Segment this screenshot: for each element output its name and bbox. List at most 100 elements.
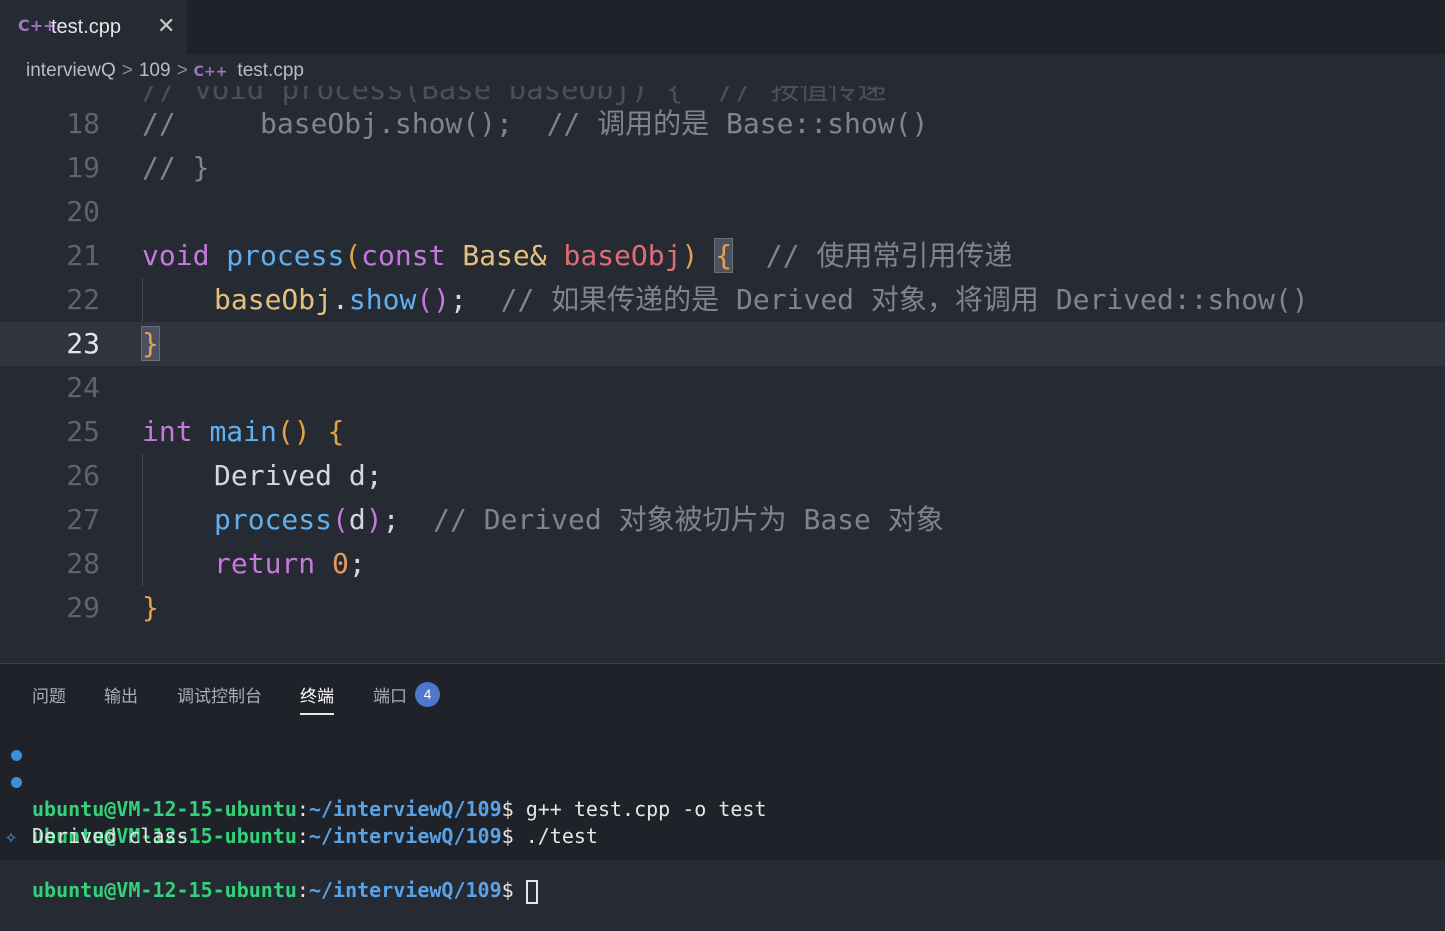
keyword-token: return bbox=[214, 547, 316, 580]
bottom-panel: 问题 输出 调试控制台 终端 端口 4 ubuntu@VM-12-15-ubun… bbox=[0, 663, 1445, 904]
code-text: baseObj.show(); // 如果传递的是 Derived 对象，将调用… bbox=[214, 278, 1309, 322]
line-number: 24 bbox=[66, 371, 100, 404]
code-line: 28 return 0; bbox=[0, 542, 1445, 586]
terminal-line: ubuntu@VM-12-15-ubuntu:~/interviewQ/109$… bbox=[0, 742, 767, 821]
comment-token: // 使用常引用传递 bbox=[765, 239, 1013, 272]
code-text: // } bbox=[142, 151, 210, 184]
paren-token: ( bbox=[344, 239, 362, 272]
tab-ports[interactable]: 端口 bbox=[373, 682, 407, 713]
paren-token: () bbox=[276, 415, 311, 448]
editor-tab-bar: C++ test.cpp ✕ bbox=[0, 0, 1445, 54]
code-text: int main() { bbox=[142, 410, 344, 454]
indent-guide bbox=[142, 454, 143, 498]
comment-token: // 如果传递的是 Derived 对象，将调用 Derived::show() bbox=[500, 283, 1309, 316]
line-number: 27 bbox=[66, 503, 100, 536]
code-text: } bbox=[142, 591, 159, 624]
tab-debug-console[interactable]: 调试控制台 bbox=[177, 682, 262, 713]
code-line: 27 process(d); // Derived 对象被切片为 Base 对象 bbox=[0, 498, 1445, 542]
ports-count-badge: 4 bbox=[415, 682, 440, 707]
breadcrumb: interviewQ >109 > C++ test.cpp bbox=[26, 60, 304, 86]
function-token: show bbox=[348, 283, 417, 316]
code-line: 22 baseObj.show(); // 如果传递的是 Derived 对象，… bbox=[0, 278, 1445, 322]
line-number: 28 bbox=[66, 547, 100, 580]
code-text: Derived d; bbox=[214, 459, 383, 492]
paren-token: ) bbox=[681, 239, 699, 272]
line-number: 29 bbox=[66, 591, 100, 624]
line-number: 25 bbox=[66, 415, 100, 448]
terminal-path: ~/interviewQ/109 bbox=[308, 797, 502, 821]
matched-brace: } bbox=[141, 326, 160, 361]
terminal-user: ubuntu@VM-12-15-ubuntu bbox=[32, 797, 297, 821]
code-line: 21 void process(const Base& baseObj) { /… bbox=[0, 234, 1445, 278]
variable-token: baseObj bbox=[214, 283, 333, 316]
terminal-prompt: $ bbox=[501, 797, 514, 821]
terminal-cursor bbox=[525, 879, 538, 904]
code-text: // baseObj.show(); // 调用的是 Base::show() bbox=[142, 107, 929, 140]
breadcrumb-folder[interactable]: interviewQ bbox=[26, 60, 116, 82]
code-line: 29 } bbox=[0, 586, 1445, 630]
function-token: process bbox=[214, 503, 333, 536]
keyword-token: const bbox=[361, 239, 446, 272]
code-line: 18 // baseObj.show(); // 调用的是 Base::show… bbox=[0, 102, 1445, 146]
line-number: 18 bbox=[66, 107, 100, 140]
terminal-output-text: Derived class bbox=[32, 824, 189, 848]
command-status-dot-icon[interactable] bbox=[11, 750, 22, 761]
code-text: void process(const Base& baseObj) { // 使… bbox=[142, 234, 1012, 278]
keyword-token: int bbox=[142, 415, 193, 448]
tab-problems[interactable]: 问题 bbox=[32, 682, 66, 713]
line-number: 21 bbox=[66, 239, 100, 272]
param-token: baseObj bbox=[563, 239, 682, 272]
line-number: 26 bbox=[66, 459, 100, 492]
code-line: 26 Derived d; bbox=[0, 454, 1445, 498]
arg-token: d bbox=[348, 503, 366, 536]
tab-output[interactable]: 输出 bbox=[104, 682, 138, 713]
terminal-colon: : bbox=[296, 824, 309, 848]
code-text: return 0; bbox=[214, 542, 366, 586]
semicolon-token: ; bbox=[348, 547, 366, 580]
code-text: process(d); // Derived 对象被切片为 Base 对象 bbox=[214, 498, 944, 542]
chevron-right-icon: > bbox=[176, 60, 188, 81]
terminal-prompt: $ bbox=[501, 824, 514, 848]
command-status-dot-icon[interactable] bbox=[11, 777, 22, 788]
breadcrumb-file[interactable]: test.cpp bbox=[237, 60, 304, 82]
code-line: 24 bbox=[0, 366, 1445, 410]
code-line: 20 bbox=[0, 190, 1445, 234]
type-token: Base& bbox=[462, 239, 547, 272]
code-line-current: 23 } bbox=[0, 322, 1445, 366]
tab-test-cpp[interactable]: C++ test.cpp ✕ bbox=[0, 0, 187, 54]
line-number: 22 bbox=[66, 283, 100, 316]
function-token: main bbox=[209, 415, 277, 448]
cpp-file-icon: C++ bbox=[193, 64, 228, 80]
code-line: 25 int main() { bbox=[0, 410, 1445, 454]
tab-terminal[interactable]: 终端 bbox=[300, 682, 334, 715]
code-line: 19 // } bbox=[0, 146, 1445, 190]
line-number: 20 bbox=[66, 195, 100, 228]
tab-label: test.cpp bbox=[51, 16, 122, 38]
semicolon-token: ; bbox=[382, 503, 400, 536]
line-number: 19 bbox=[66, 151, 100, 184]
terminal-prompt: $ bbox=[501, 878, 514, 902]
close-icon[interactable]: ✕ bbox=[157, 13, 175, 39]
matched-brace: { bbox=[714, 238, 734, 273]
terminal-command: g++ test.cpp -o test bbox=[513, 797, 767, 821]
brace-token: { bbox=[327, 415, 345, 448]
terminal-line: ubuntu@VM-12-15-ubuntu:~/interviewQ/109$… bbox=[0, 769, 598, 848]
code-text: } bbox=[141, 322, 160, 366]
keyword-token: void bbox=[142, 239, 210, 272]
paren-token: ) bbox=[365, 503, 383, 536]
dot-token: . bbox=[332, 283, 349, 316]
code-editor[interactable]: // void process(Base baseObj) { // 按值传递 … bbox=[0, 86, 1445, 661]
sparkle-icon[interactable]: ✧ bbox=[5, 823, 17, 850]
terminal-colon: : bbox=[296, 878, 309, 902]
terminal-path: ~/interviewQ/109 bbox=[308, 824, 502, 848]
function-token: process bbox=[226, 239, 345, 272]
terminal-colon: : bbox=[296, 797, 309, 821]
line-number: 23 bbox=[66, 327, 100, 360]
chevron-right-icon: > bbox=[121, 60, 133, 81]
paren-token: () bbox=[416, 283, 451, 316]
terminal-user: ubuntu@VM-12-15-ubuntu bbox=[32, 878, 297, 902]
indent-guide bbox=[142, 278, 143, 322]
terminal-line[interactable]: ✧ ubuntu@VM-12-15-ubuntu:~/interviewQ/10… bbox=[0, 823, 538, 904]
breadcrumb-subfolder[interactable]: 109 bbox=[139, 60, 171, 82]
terminal-path: ~/interviewQ/109 bbox=[308, 878, 502, 902]
